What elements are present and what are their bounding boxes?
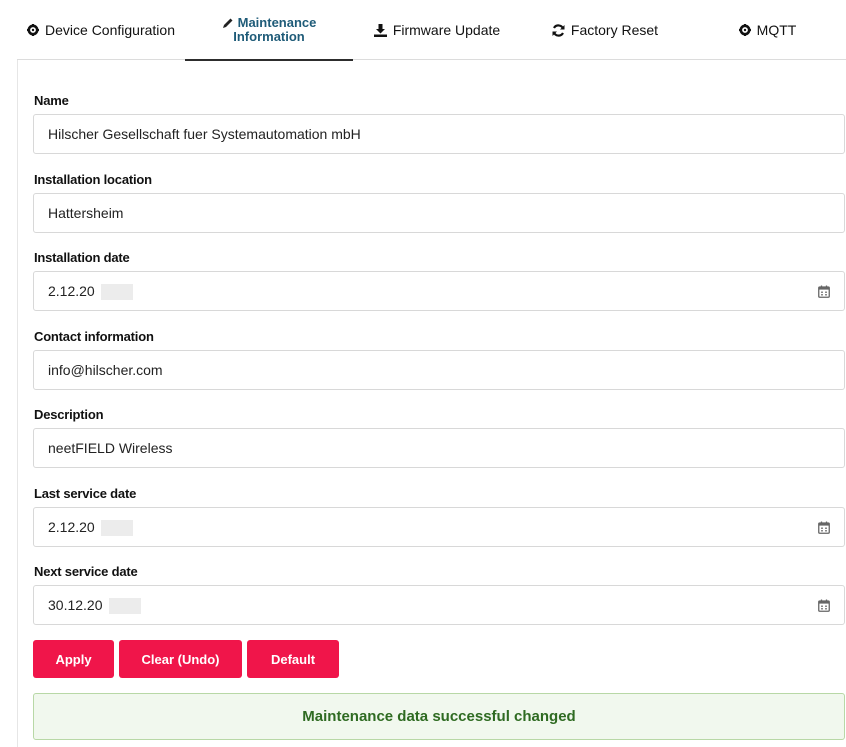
tab-bar: Device Configuration Maintenance Informa…: [17, 0, 846, 61]
download-icon: [373, 23, 387, 37]
redacted-mask: [109, 598, 141, 614]
tab-device-configuration-label: Device Configuration: [45, 22, 175, 38]
tab-factory-reset[interactable]: Factory Reset: [521, 0, 689, 60]
redacted-mask: [101, 520, 133, 536]
tab-mqtt[interactable]: MQTT: [689, 0, 846, 60]
next-service-date-field[interactable]: [33, 585, 845, 625]
success-message: Maintenance data successful changed: [302, 708, 576, 725]
default-button[interactable]: Default: [247, 640, 339, 678]
contact-information-label: Contact information: [34, 329, 154, 344]
maintenance-page: Device Configuration Maintenance Informa…: [0, 0, 846, 747]
installation-date-input[interactable]: [34, 272, 844, 310]
installation-date-field[interactable]: [33, 271, 845, 311]
next-service-date-label: Next service date: [34, 564, 138, 579]
tab-firmware-update[interactable]: Firmware Update: [353, 0, 521, 60]
contact-information-field[interactable]: [33, 350, 845, 390]
description-label: Description: [34, 407, 104, 422]
installation-location-label: Installation location: [34, 172, 152, 187]
description-field[interactable]: [33, 428, 845, 468]
installation-location-field[interactable]: [33, 193, 845, 233]
gear-icon: [738, 24, 751, 36]
gear-icon: [27, 24, 40, 36]
last-service-date-input[interactable]: [34, 508, 844, 546]
tab-mqtt-label: MQTT: [756, 22, 797, 38]
clear-undo-button[interactable]: Clear (Undo): [119, 640, 242, 678]
calendar-icon[interactable]: [818, 599, 830, 612]
tab-firmware-update-label: Firmware Update: [392, 22, 501, 38]
calendar-icon[interactable]: [818, 521, 830, 534]
refresh-icon: [552, 23, 565, 37]
apply-button[interactable]: Apply: [33, 640, 114, 678]
installation-date-label: Installation date: [34, 250, 130, 265]
tab-device-configuration[interactable]: Device Configuration: [17, 0, 185, 60]
name-label: Name: [34, 93, 69, 108]
name-field[interactable]: [33, 114, 845, 154]
contact-information-input[interactable]: [34, 351, 844, 389]
maintenance-form: Name Installation location Installation …: [17, 60, 846, 747]
redacted-mask: [101, 284, 133, 300]
pencil-icon: [222, 17, 234, 29]
tab-maintenance-label-line2: Information: [233, 28, 305, 44]
next-service-date-input[interactable]: [34, 586, 844, 624]
last-service-date-field[interactable]: [33, 507, 845, 547]
tab-maintenance-information[interactable]: Maintenance Information: [185, 0, 353, 61]
calendar-icon[interactable]: [818, 285, 830, 298]
name-input[interactable]: [34, 115, 844, 153]
installation-location-input[interactable]: [34, 194, 844, 232]
last-service-date-label: Last service date: [34, 486, 137, 501]
success-alert: Maintenance data successful changed: [33, 693, 845, 740]
tab-maintenance-label-line1: Maintenance: [237, 14, 317, 30]
tab-factory-reset-label: Factory Reset: [570, 22, 659, 38]
description-input[interactable]: [34, 429, 844, 467]
